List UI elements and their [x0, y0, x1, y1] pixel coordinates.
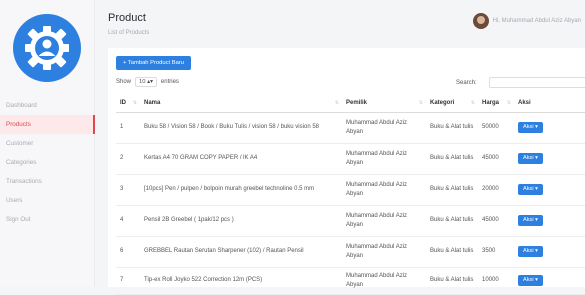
sidebar-item-sign-out[interactable]: Sign Out	[0, 210, 95, 229]
cell-nama: [10pcs] Pen / pulpen / bolpoin murah gre…	[140, 174, 342, 206]
aksi-dropdown-button[interactable]: Aksi ▾	[518, 153, 543, 164]
cell-nama: Buku 58 / Vision 58 / Book / Buku Tulis …	[140, 112, 342, 144]
cell-id: 2	[116, 143, 140, 175]
page-subtitle: List of Products	[108, 30, 150, 36]
column-header-aksi: Aksi	[514, 95, 585, 113]
user-greeting: Hi, Muhammad Abdul Aziz Abyan	[492, 18, 581, 24]
sort-arrows-icon: ⇅	[334, 100, 339, 106]
products-table: ID ⇅ Nama ⇅ Pemilik ⇅ Kategori ⇅ Harga ⇅ Aksi…	[116, 95, 585, 295]
cell-nama: Tip-ex Roll Joyko 522 Correction 12m (PC…	[140, 267, 342, 295]
cell-id: 1	[116, 112, 140, 144]
entries-value: 10	[139, 79, 146, 85]
table-row: 1 Buku 58 / Vision 58 / Book / Buku Tuli…	[116, 112, 585, 144]
cell-aksi: Aksi ▾	[514, 205, 585, 237]
column-header-kategori[interactable]: Kategori ⇅	[426, 95, 478, 113]
sidebar: Dashboard Products Customer Categories T…	[0, 0, 95, 287]
sidebar-item-categories[interactable]: Categories	[0, 153, 95, 172]
cell-kategori: Buku & Alat tulis	[426, 143, 478, 175]
sidebar-item-users[interactable]: Users	[0, 191, 95, 210]
cell-pemilik: Muhammad Abdul Aziz Abyan	[342, 112, 426, 144]
aksi-dropdown-button[interactable]: Aksi ▾	[518, 246, 543, 257]
cell-kategori: Buku & Alat tulis	[426, 205, 478, 237]
table-row: 6 GREBBEL Rautan Serutan Sharpener (102)…	[116, 236, 585, 268]
cell-pemilik: Muhammad Abdul Aziz Abyan	[342, 205, 426, 237]
cell-nama: Kertas A4 70 GRAM COPY PAPER / lK A4	[140, 143, 342, 175]
cell-nama: Pensil 2B Greebel ( 1pak/12 pcs )	[140, 205, 342, 237]
sort-arrows-icon: ⇅	[132, 100, 137, 106]
cell-harga: 20000	[478, 174, 514, 206]
sidebar-item-transactions[interactable]: Transactions	[0, 172, 95, 191]
aksi-dropdown-button[interactable]: Aksi ▾	[518, 184, 543, 195]
app-logo-icon	[13, 14, 81, 82]
cell-pemilik: Muhammad Abdul Aziz Abyan	[342, 236, 426, 268]
column-header-id[interactable]: ID ⇅	[116, 95, 140, 113]
table-row: 4 Pensil 2B Greebel ( 1pak/12 pcs ) Muha…	[116, 205, 585, 237]
cell-nama: GREBBEL Rautan Serutan Sharpener (102) /…	[140, 236, 342, 268]
search-label: Search:	[456, 79, 477, 86]
column-header-harga[interactable]: Harga ⇅	[478, 95, 514, 113]
cell-harga: 3500	[478, 236, 514, 268]
sort-arrows-icon: ⇅	[470, 100, 475, 106]
sidebar-item-products[interactable]: Products	[0, 115, 95, 134]
avatar[interactable]	[472, 13, 489, 29]
main-content: Product List of Products Hi, Muhammad Ab…	[95, 0, 585, 295]
page-title: Product	[108, 12, 146, 24]
column-header-pemilik[interactable]: Pemilik ⇅	[342, 95, 426, 113]
entries-control: Show 10 ▴▾ entries	[116, 77, 179, 87]
products-card: + Tambah Product Baru Show 10 ▴▾ entries…	[108, 48, 585, 295]
cell-pemilik: Muhammad Abdul Aziz Abyan	[342, 143, 426, 175]
cell-id: 4	[116, 205, 140, 237]
cell-aksi: Aksi ▾	[514, 236, 585, 268]
table-row: 7 Tip-ex Roll Joyko 522 Correction 12m (…	[116, 267, 585, 295]
sidebar-nav: Dashboard Products Customer Categories T…	[0, 96, 95, 229]
cell-harga: 45000	[478, 205, 514, 237]
aksi-dropdown-button[interactable]: Aksi ▾	[518, 215, 543, 226]
cell-kategori: Buku & Alat tulis	[426, 267, 478, 295]
cell-pemilik: Muhammad Abdul Aziz Abyan	[342, 174, 426, 206]
cell-harga: 10000	[478, 267, 514, 295]
entries-select[interactable]: 10 ▴▾	[135, 77, 157, 87]
cell-pemilik: Muhammad Abdul Aziz Abyan	[342, 267, 426, 295]
aksi-dropdown-button[interactable]: Aksi ▾	[518, 275, 543, 286]
table-row: 2 Kertas A4 70 GRAM COPY PAPER / lK A4 M…	[116, 143, 585, 175]
search-input[interactable]	[488, 77, 585, 88]
cell-harga: 45000	[478, 143, 514, 175]
cell-id: 3	[116, 174, 140, 206]
cell-aksi: Aksi ▾	[514, 112, 585, 144]
search-control: Search:	[456, 77, 585, 88]
column-header-nama[interactable]: Nama ⇅	[140, 95, 342, 113]
cell-aksi: Aksi ▾	[514, 143, 585, 175]
cell-kategori: Buku & Alat tulis	[426, 112, 478, 144]
cell-kategori: Buku & Alat tulis	[426, 236, 478, 268]
user-menu[interactable]: Hi, Muhammad Abdul Aziz Abyan	[472, 13, 581, 29]
cell-kategori: Buku & Alat tulis	[426, 174, 478, 206]
entries-label: entries	[160, 79, 179, 85]
cell-id: 6	[116, 236, 140, 268]
cell-harga: 50000	[478, 112, 514, 144]
aksi-dropdown-button[interactable]: Aksi ▾	[518, 122, 543, 133]
show-label: Show	[116, 79, 132, 85]
sidebar-item-dashboard[interactable]: Dashboard	[0, 96, 95, 115]
add-product-button[interactable]: + Tambah Product Baru	[116, 56, 191, 70]
cell-id: 7	[116, 267, 140, 295]
sidebar-item-customer[interactable]: Customer	[0, 134, 95, 153]
sort-arrows-icon: ⇅	[418, 100, 423, 106]
sort-arrows-icon: ⇅	[506, 100, 511, 106]
cell-aksi: Aksi ▾	[514, 267, 585, 295]
cell-aksi: Aksi ▾	[514, 174, 585, 206]
table-row: 3 [10pcs] Pen / pulpen / bolpoin murah g…	[116, 174, 585, 206]
